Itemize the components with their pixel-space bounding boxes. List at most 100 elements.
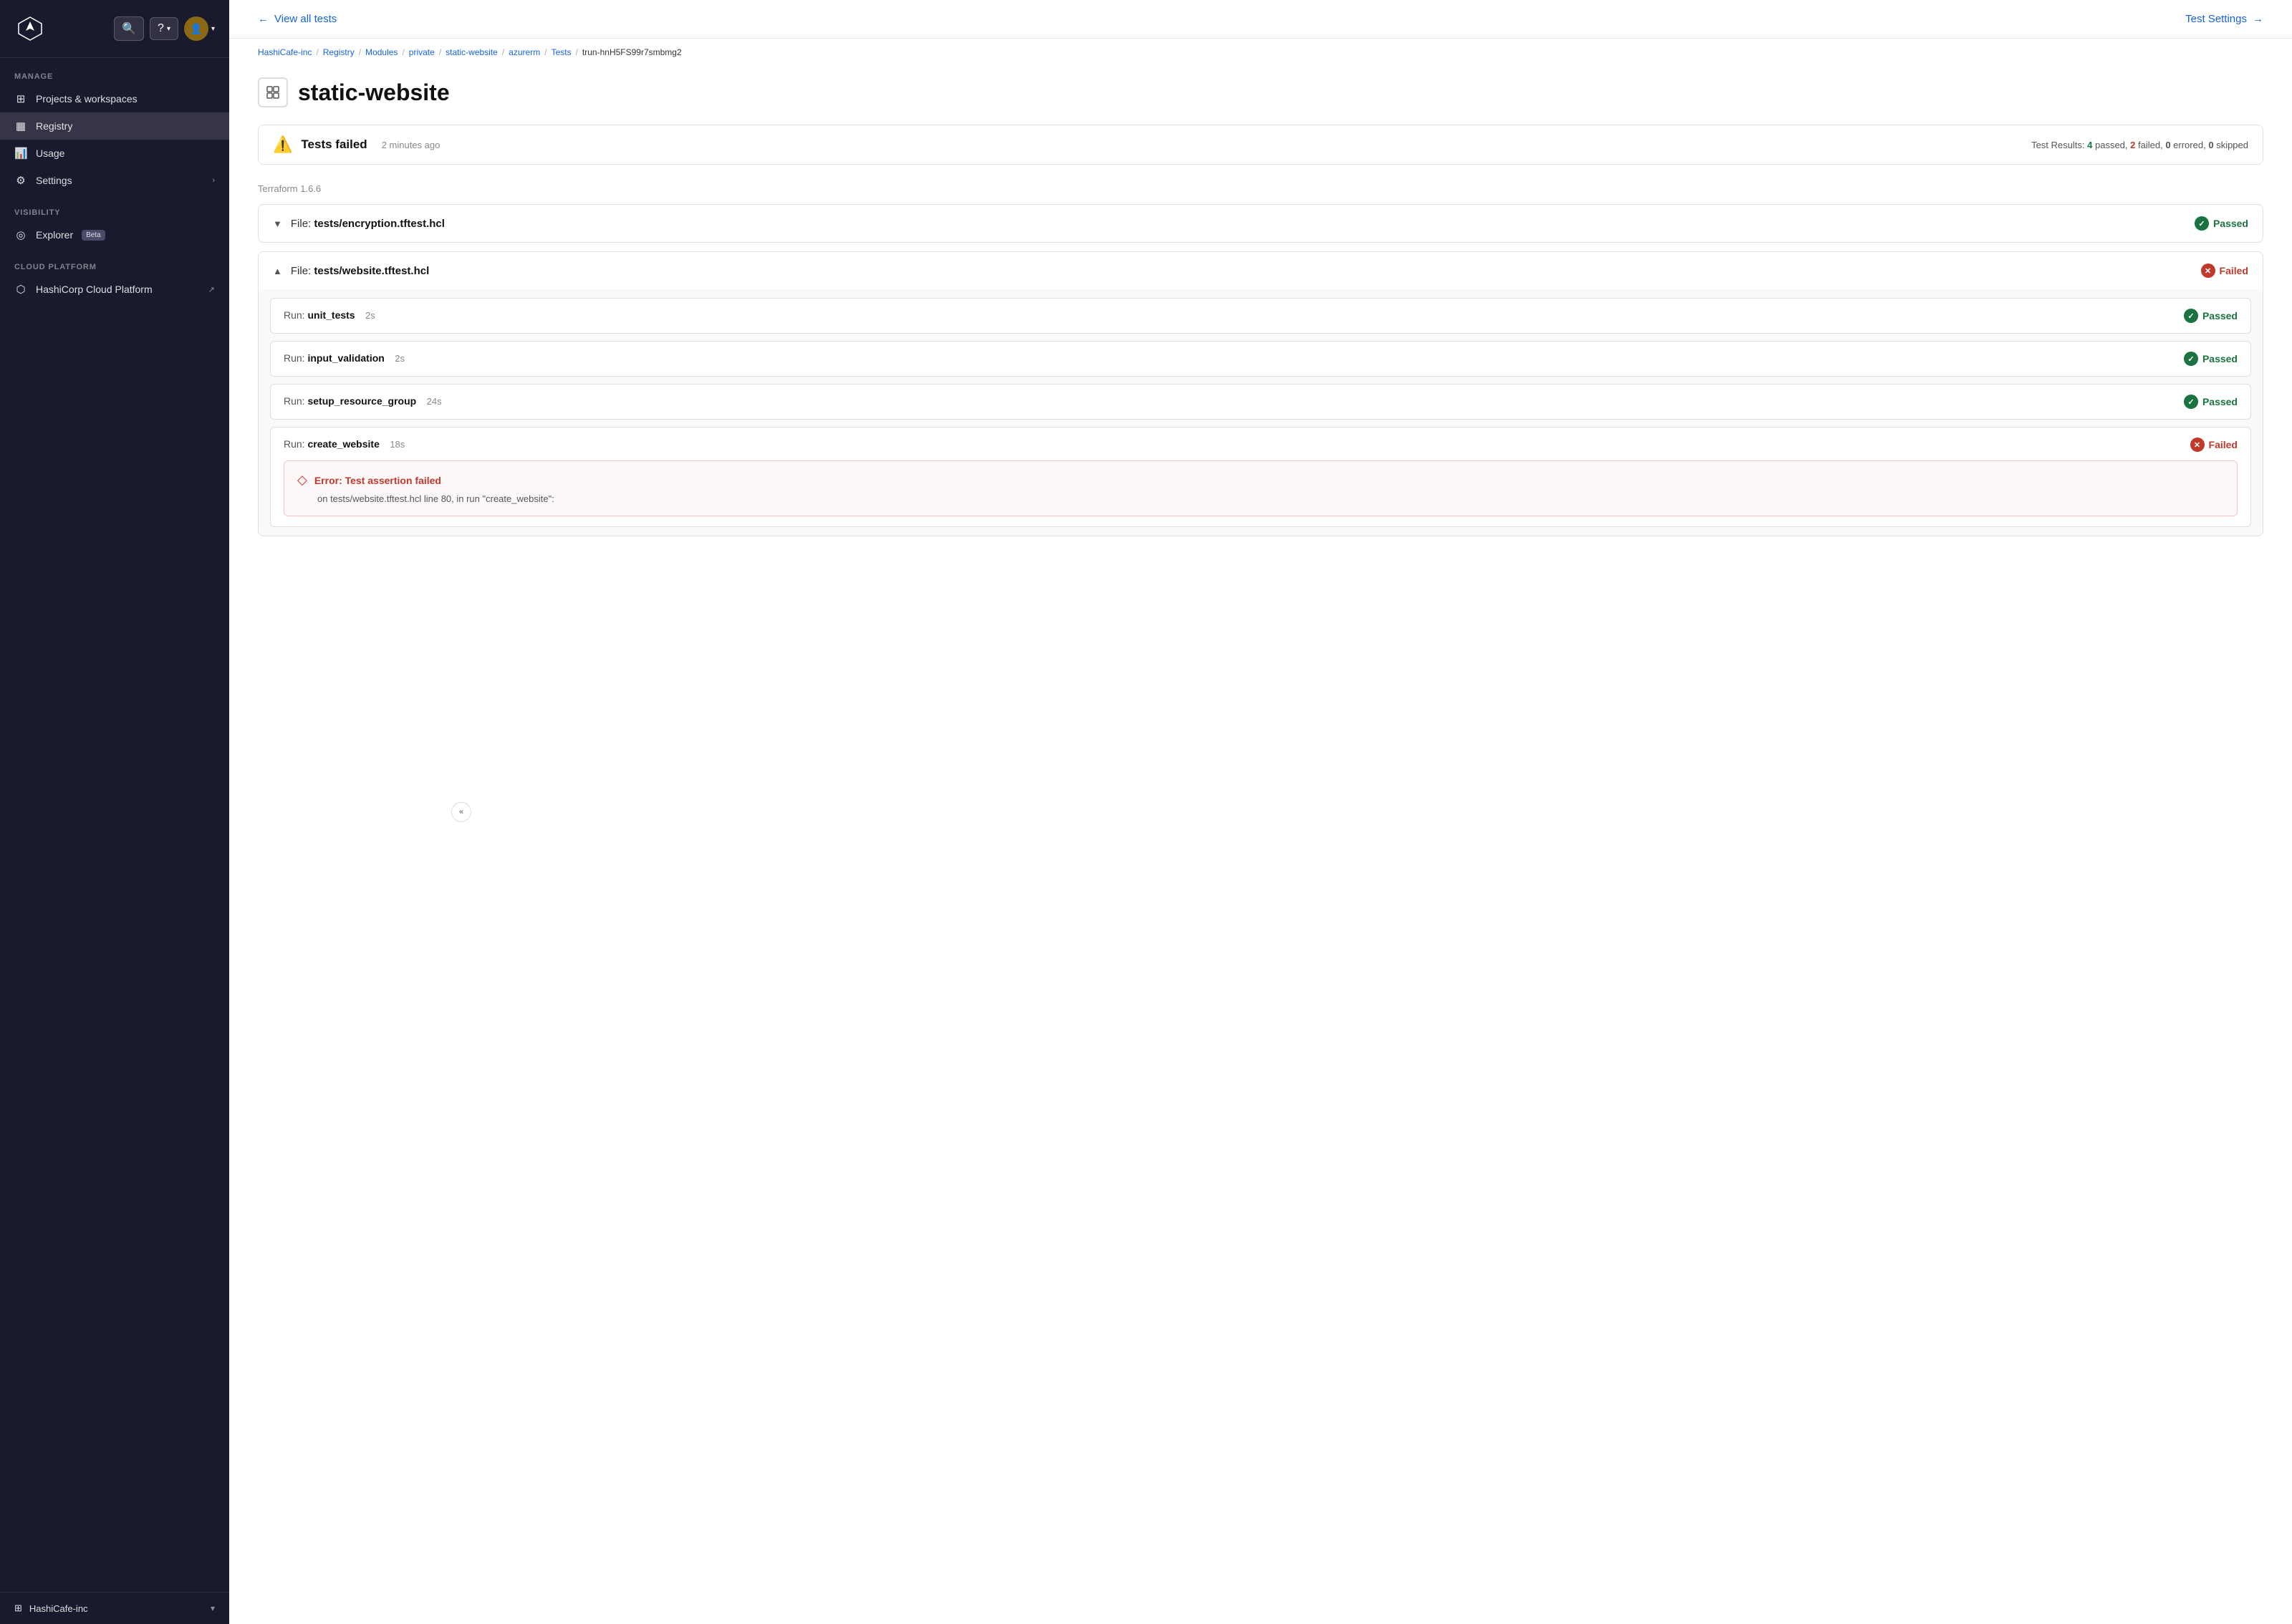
- test-file-card-website: ▲ File: tests/website.tftest.hcl ✕ Faile…: [258, 251, 2263, 536]
- unit-tests-status-label: Passed: [2202, 310, 2238, 322]
- expand-chevron-icon-website: ▲: [273, 266, 282, 276]
- breadcrumb-sep-6: /: [544, 47, 546, 57]
- setup-resource-group-check-icon: ✓: [2184, 395, 2198, 409]
- run-card-create-website-header: Run: create_website 18s ✕ Failed: [284, 438, 2238, 452]
- header-actions: 🔍 ? ▾ 👤 ▾: [114, 16, 215, 41]
- website-status-label: Failed: [2220, 265, 2248, 276]
- test-settings-link[interactable]: Test Settings →: [2185, 13, 2263, 25]
- test-file-left-encryption: ▼ File: tests/encryption.tftest.hcl: [273, 218, 445, 230]
- create-website-status-badge: ✕ Failed: [2190, 438, 2238, 452]
- error-card-create-website: ◇ Error: Test assertion failed on tests/…: [284, 460, 2238, 516]
- sidebar-item-registry-label: Registry: [36, 120, 72, 132]
- errored-count: 0: [2165, 140, 2170, 150]
- test-file-header-website[interactable]: ▲ File: tests/website.tftest.hcl ✕ Faile…: [259, 252, 2263, 289]
- run-label-unit-tests: Run: unit_tests 2s: [284, 309, 375, 322]
- sidebar-item-projects[interactable]: ⊞ Projects & workspaces: [0, 85, 229, 112]
- search-icon: 🔍: [122, 21, 136, 36]
- input-validation-status-badge: ✓ Passed: [2184, 352, 2238, 366]
- passed-label: passed: [2095, 140, 2125, 150]
- test-settings-label: Test Settings: [2185, 13, 2247, 25]
- view-all-tests-label: View all tests: [274, 13, 337, 25]
- breadcrumb-sep-5: /: [502, 47, 504, 57]
- help-chevron-icon: ▾: [167, 25, 170, 33]
- sidebar-item-settings[interactable]: ⚙ Settings ›: [0, 167, 229, 194]
- status-left: ⚠️ Tests failed 2 minutes ago: [273, 135, 440, 154]
- error-title: Error: Test assertion failed: [314, 475, 441, 486]
- file-label-encryption: File: tests/encryption.tftest.hcl: [291, 218, 445, 230]
- failed-count: 2: [2130, 140, 2135, 150]
- breadcrumb-sep-4: /: [439, 47, 441, 57]
- external-link-icon: ↗: [208, 285, 215, 294]
- beta-badge: Beta: [82, 230, 105, 241]
- run-card-unit-tests: Run: unit_tests 2s ✓ Passed: [270, 298, 2251, 334]
- logo-icon: [14, 13, 46, 44]
- sidebar-item-usage-label: Usage: [36, 148, 64, 159]
- encryption-status-label: Passed: [2213, 218, 2248, 229]
- sidebar-item-registry[interactable]: ▦ Registry: [0, 112, 229, 140]
- user-avatar-button[interactable]: 👤 ▾: [184, 16, 215, 41]
- sidebar-item-explorer[interactable]: ◎ Explorer Beta: [0, 221, 229, 248]
- sidebar-footer[interactable]: ⊞ HashiCafe-inc ▾: [0, 1592, 229, 1624]
- error-body: on tests/website.tftest.hcl line 80, in …: [297, 493, 2224, 504]
- breadcrumb-registry[interactable]: Registry: [323, 47, 355, 57]
- test-file-card-encryption: ▼ File: tests/encryption.tftest.hcl ✓ Pa…: [258, 204, 2263, 243]
- sidebar-collapse-button[interactable]: «: [451, 802, 471, 822]
- avatar-chevron-icon: ▾: [211, 25, 215, 33]
- failed-label: failed: [2138, 140, 2160, 150]
- test-file-header-encryption[interactable]: ▼ File: tests/encryption.tftest.hcl ✓ Pa…: [259, 205, 2263, 242]
- sidebar-item-usage[interactable]: 📊 Usage: [0, 140, 229, 167]
- status-banner: ⚠️ Tests failed 2 minutes ago Test Resul…: [258, 125, 2263, 165]
- org-label: HashiCafe-inc: [29, 1603, 88, 1614]
- back-arrow-icon: ←: [258, 13, 269, 25]
- page-title: static-website: [298, 79, 450, 106]
- explorer-icon: ◎: [14, 228, 27, 241]
- sidebar-header: 🔍 ? ▾ 👤 ▾: [0, 0, 229, 58]
- topbar: ← View all tests Test Settings →: [229, 0, 2292, 39]
- skipped-label: skipped: [2216, 140, 2248, 150]
- search-button[interactable]: 🔍: [114, 16, 144, 41]
- run-time-unit-tests: 2s: [365, 310, 375, 321]
- run-time-create-website: 18s: [390, 439, 405, 450]
- website-status-badge: ✕ Failed: [2201, 264, 2248, 278]
- run-label-setup-resource-group: Run: setup_resource_group 24s: [284, 395, 442, 408]
- org-info: ⊞ HashiCafe-inc: [14, 1603, 88, 1614]
- input-validation-status-label: Passed: [2202, 353, 2238, 364]
- sidebar-item-hashicorp-cloud[interactable]: ⬡ HashiCorp Cloud Platform ↗: [0, 276, 229, 303]
- breadcrumb-static-website[interactable]: static-website: [446, 47, 498, 57]
- status-time: 2 minutes ago: [382, 140, 440, 150]
- file-label-website: File: tests/website.tftest.hcl: [291, 265, 429, 277]
- run-label-create-website: Run: create_website 18s: [284, 438, 405, 451]
- unit-tests-check-icon: ✓: [2184, 309, 2198, 323]
- run-time-setup-resource-group: 24s: [427, 396, 442, 407]
- warning-icon: ⚠️: [273, 135, 292, 154]
- help-icon: ?: [158, 22, 164, 35]
- breadcrumb-private[interactable]: private: [409, 47, 435, 57]
- cloud-platform-section-label: Cloud Platform: [0, 248, 229, 276]
- run-card-create-website: Run: create_website 18s ✕ Failed ◇ Error…: [270, 427, 2251, 527]
- help-button[interactable]: ? ▾: [150, 17, 178, 40]
- sidebar: 🔍 ? ▾ 👤 ▾ Manage ⊞ Projects & workspaces…: [0, 0, 229, 1624]
- status-results: Test Results: 4 passed, 2 failed, 0 erro…: [2031, 140, 2248, 150]
- breadcrumb-azurerm[interactable]: azurerm: [509, 47, 540, 57]
- module-icon: [258, 77, 288, 107]
- run-card-input-validation: Run: input_validation 2s ✓ Passed: [270, 341, 2251, 377]
- sidebar-item-projects-label: Projects & workspaces: [36, 93, 138, 105]
- breadcrumb-modules[interactable]: Modules: [365, 47, 398, 57]
- input-validation-check-icon: ✓: [2184, 352, 2198, 366]
- breadcrumb-sep-3: /: [402, 47, 404, 57]
- avatar: 👤: [184, 16, 208, 41]
- collapse-chevron-icon-encryption: ▼: [273, 218, 282, 229]
- errored-label: errored: [2173, 140, 2203, 150]
- view-all-tests-link[interactable]: ← View all tests: [258, 13, 337, 25]
- encryption-status-badge: ✓ Passed: [2195, 216, 2248, 231]
- sidebar-item-settings-label: Settings: [36, 175, 72, 186]
- breadcrumb-current: trun-hnH5FS99r7smbmg2: [582, 47, 682, 57]
- sidebar-item-explorer-label: Explorer: [36, 229, 73, 241]
- error-header: ◇ Error: Test assertion failed: [297, 473, 2224, 488]
- run-cards-website: Run: unit_tests 2s ✓ Passed Run: input_v…: [259, 289, 2263, 536]
- x-circle-icon: ✕: [2201, 264, 2215, 278]
- breadcrumb-tests[interactable]: Tests: [552, 47, 572, 57]
- create-website-status-label: Failed: [2209, 439, 2238, 450]
- breadcrumb-org[interactable]: HashiCafe-inc: [258, 47, 312, 57]
- run-card-setup-resource-group: Run: setup_resource_group 24s ✓ Passed: [270, 384, 2251, 420]
